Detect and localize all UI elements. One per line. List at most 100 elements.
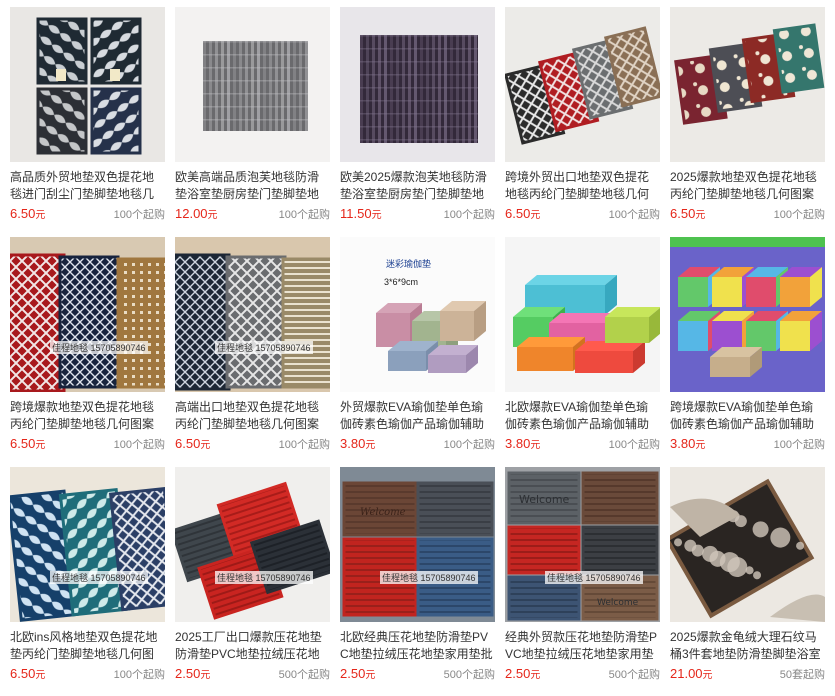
product-title[interactable]: 2025工厂出口爆款压花地垫防滑垫PVC地垫拉绒压花地垫 bbox=[175, 629, 330, 663]
product-price: 6.50元 bbox=[10, 436, 45, 451]
product-card[interactable]: 高品质外贸地垫双色提花地毯进门刮尘门垫脚垫地毯几何图案 6.50元 100个起购 bbox=[10, 7, 165, 222]
product-image[interactable] bbox=[670, 7, 825, 162]
product-card[interactable]: 佳程地毯 15705890746 跨境爆款地垫双色提花地毯丙纶门垫脚垫地毯几何图案… bbox=[10, 237, 165, 452]
min-order-qty: 50套起购 bbox=[779, 669, 825, 681]
price-unit: 元 bbox=[371, 210, 382, 221]
product-meta: 6.50元 100个起购 bbox=[10, 666, 165, 682]
product-card[interactable]: 2025爆款地垫双色提花地毯丙纶门垫脚垫地毯几何图案 6.50元 100个起购 bbox=[670, 7, 825, 222]
product-title[interactable]: 2025爆款金龟绒大理石纹马桶3件套地垫防滑垫脚垫浴室 bbox=[670, 629, 825, 663]
image-watermark: 佳程地毯 15705890746 bbox=[50, 341, 148, 354]
product-image[interactable] bbox=[670, 467, 825, 622]
price-value: 2.50 bbox=[505, 666, 531, 681]
price-unit: 元 bbox=[530, 210, 541, 221]
price-unit: 元 bbox=[530, 670, 541, 681]
min-order-qty: 100个起购 bbox=[113, 209, 165, 221]
product-image[interactable]: 佳程地毯 15705890746 bbox=[10, 467, 165, 622]
product-image[interactable]: Welcome 佳程地毯 15705890746 bbox=[340, 467, 495, 622]
image-watermark: 佳程地毯 15705890746 bbox=[380, 571, 478, 584]
price-unit: 元 bbox=[365, 670, 376, 681]
price-unit: 元 bbox=[702, 670, 713, 681]
product-title[interactable]: 北欧经典压花地垫防滑垫PVC地垫拉绒压花地垫家用垫批发 bbox=[340, 629, 495, 663]
product-title[interactable]: 高品质外贸地垫双色提花地毯进门刮尘门垫脚垫地毯几何图案 bbox=[10, 169, 165, 203]
product-meta: 6.50元 100个起购 bbox=[10, 436, 165, 452]
product-card[interactable]: 欧美2025爆款泡芙地毯防滑垫浴室垫厨房垫门垫脚垫地毯 11.50元 100个起购 bbox=[340, 7, 495, 222]
min-order-qty: 500个起购 bbox=[608, 669, 660, 681]
product-title[interactable]: 高端出口地垫双色提花地毯丙纶门垫脚垫地毯几何图案防滑 bbox=[175, 399, 330, 433]
product-image[interactable]: 佳程地毯 15705890746 bbox=[175, 467, 330, 622]
product-title[interactable]: 欧美高端品质泡芙地毯防滑垫浴室垫厨房垫门垫脚垫地毯 bbox=[175, 169, 330, 203]
svg-text:Welcome: Welcome bbox=[360, 507, 406, 518]
product-card[interactable]: 佳程地毯 15705890746 高端出口地垫双色提花地毯丙纶门垫脚垫地毯几何图案… bbox=[175, 237, 330, 452]
product-title[interactable]: 跨境爆款地垫双色提花地毯丙纶门垫脚垫地毯几何图案防滑 bbox=[10, 399, 165, 433]
product-card[interactable]: 跨境爆款EVA瑜伽垫单色瑜伽砖素色瑜伽产品瑜伽辅助砖 3.80元 100个起购 bbox=[670, 237, 825, 452]
price-value: 21.00 bbox=[670, 666, 703, 681]
product-image[interactable] bbox=[10, 7, 165, 162]
price-value: 6.50 bbox=[175, 436, 201, 451]
product-price: 2.50元 bbox=[340, 666, 375, 681]
product-meta: 2.50元 500个起购 bbox=[340, 666, 495, 682]
min-order-qty: 500个起购 bbox=[278, 669, 330, 681]
min-order-qty: 100个起购 bbox=[278, 209, 330, 221]
image-watermark: 佳程地毯 15705890746 bbox=[215, 571, 313, 584]
product-price: 6.50元 bbox=[175, 436, 210, 451]
product-card[interactable]: 佳程地毯 15705890746 2025工厂出口爆款压花地垫防滑垫PVC地垫拉绒… bbox=[175, 467, 330, 682]
product-title[interactable]: 外贸爆款EVA瑜伽垫单色瑜伽砖素色瑜伽产品瑜伽辅助砖 bbox=[340, 399, 495, 433]
min-order-qty: 100个起购 bbox=[443, 439, 495, 451]
product-title[interactable]: 北欧ins风格地垫双色提花地垫丙纶门垫脚垫地毯几何图案 bbox=[10, 629, 165, 663]
product-card[interactable]: 2025爆款金龟绒大理石纹马桶3件套地垫防滑垫脚垫浴室 21.00元 50套起购 bbox=[670, 467, 825, 682]
product-image[interactable] bbox=[175, 7, 330, 162]
product-meta: 6.50元 100个起购 bbox=[505, 206, 660, 222]
product-card[interactable]: 欧美高端品质泡芙地毯防滑垫浴室垫厨房垫门垫脚垫地毯 12.00元 100个起购 bbox=[175, 7, 330, 222]
min-order-qty: 100个起购 bbox=[773, 209, 825, 221]
price-unit: 元 bbox=[695, 440, 706, 451]
product-price: 11.50元 bbox=[340, 206, 382, 221]
product-meta: 3.80元 100个起购 bbox=[670, 436, 825, 452]
product-card[interactable]: Welcome Welcome 佳程地毯 15705890746 经典外贸款压花地垫防… bbox=[505, 467, 660, 682]
product-image[interactable] bbox=[340, 7, 495, 162]
label: 迷彩瑜伽垫 bbox=[386, 258, 431, 269]
product-price: 6.50元 bbox=[670, 206, 705, 221]
price-unit: 元 bbox=[35, 210, 46, 221]
product-card[interactable]: 跨境外贸出口地垫双色提花地毯丙纶门垫脚垫地毯几何图案 6.50元 100个起购 bbox=[505, 7, 660, 222]
product-meta: 6.50元 100个起购 bbox=[10, 206, 165, 222]
product-card[interactable]: 迷彩瑜伽垫 3*6*9cm 外贸爆款EVA瑜伽垫单色瑜伽砖素色瑜伽产品瑜伽辅助砖 3.… bbox=[340, 237, 495, 452]
product-card[interactable]: 佳程地毯 15705890746 北欧ins风格地垫双色提花地垫丙纶门垫脚垫地毯几… bbox=[10, 467, 165, 682]
image-watermark: 佳程地毯 15705890746 bbox=[215, 341, 313, 354]
product-title[interactable]: 跨境爆款EVA瑜伽垫单色瑜伽砖素色瑜伽产品瑜伽辅助砖 bbox=[670, 399, 825, 433]
product-title[interactable]: 北欧爆款EVA瑜伽垫单色瑜伽砖素色瑜伽产品瑜伽辅助砖 bbox=[505, 399, 660, 433]
product-price: 6.50元 bbox=[10, 206, 45, 221]
min-order-qty: 100个起购 bbox=[113, 439, 165, 451]
product-price: 6.50元 bbox=[505, 206, 540, 221]
product-meta: 2.50元 500个起购 bbox=[505, 666, 660, 682]
price-value: 3.80 bbox=[340, 436, 366, 451]
product-price: 2.50元 bbox=[505, 666, 540, 681]
price-value: 6.50 bbox=[505, 206, 531, 221]
price-value: 6.50 bbox=[10, 666, 36, 681]
product-title[interactable]: 2025爆款地垫双色提花地毯丙纶门垫脚垫地毯几何图案 bbox=[670, 169, 825, 203]
product-meta: 6.50元 100个起购 bbox=[670, 206, 825, 222]
product-image[interactable]: 佳程地毯 15705890746 bbox=[175, 237, 330, 392]
price-unit: 元 bbox=[35, 440, 46, 451]
product-price: 6.50元 bbox=[10, 666, 45, 681]
product-image[interactable]: 迷彩瑜伽垫 3*6*9cm bbox=[340, 237, 495, 392]
product-title[interactable]: 跨境外贸出口地垫双色提花地毯丙纶门垫脚垫地毯几何图案 bbox=[505, 169, 660, 203]
product-image[interactable] bbox=[505, 237, 660, 392]
product-image[interactable] bbox=[670, 237, 825, 392]
product-card[interactable]: 北欧爆款EVA瑜伽垫单色瑜伽砖素色瑜伽产品瑜伽辅助砖 3.80元 100个起购 bbox=[505, 237, 660, 452]
price-value: 2.50 bbox=[340, 666, 366, 681]
product-meta: 2.50元 500个起购 bbox=[175, 666, 330, 682]
product-grid: 高品质外贸地垫双色提花地毯进门刮尘门垫脚垫地毯几何图案6.50元100个起购欧美… bbox=[0, 0, 835, 696]
product-title[interactable]: 欧美2025爆款泡芙地毯防滑垫浴室垫厨房垫门垫脚垫地毯 bbox=[340, 169, 495, 203]
product-title[interactable]: 经典外贸款压花地垫防滑垫PVC地垫拉绒压花地垫家用垫 bbox=[505, 629, 660, 663]
product-card[interactable]: Welcome 佳程地毯 15705890746 北欧经典压花地垫防滑垫PVC地垫拉… bbox=[340, 467, 495, 682]
svg-text:Welcome: Welcome bbox=[597, 598, 639, 608]
product-price: 12.00元 bbox=[175, 206, 218, 221]
product-image[interactable]: Welcome Welcome 佳程地毯 15705890746 bbox=[505, 467, 660, 622]
product-meta: 3.80元 100个起购 bbox=[505, 436, 660, 452]
product-image[interactable]: 佳程地毯 15705890746 bbox=[10, 237, 165, 392]
price-unit: 元 bbox=[35, 670, 46, 681]
product-image[interactable] bbox=[505, 7, 660, 162]
product-price: 3.80元 bbox=[670, 436, 705, 451]
price-value: 12.00 bbox=[175, 206, 208, 221]
product-price: 3.80元 bbox=[340, 436, 375, 451]
